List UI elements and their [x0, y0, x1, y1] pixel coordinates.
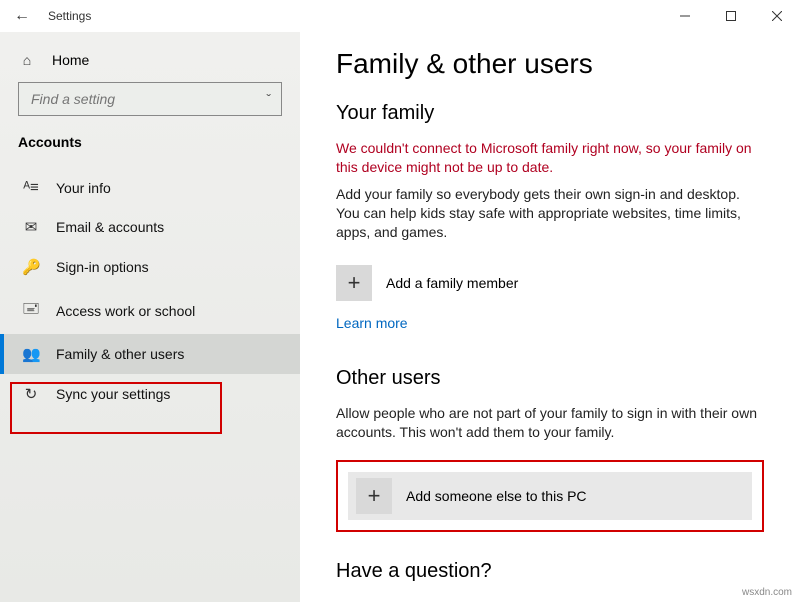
home-label: Home: [52, 52, 89, 68]
email-icon: ✉: [22, 218, 40, 236]
minimize-icon: [680, 11, 690, 21]
add-someone-button[interactable]: + Add someone else to this PC: [348, 472, 752, 520]
sidebar-item-sync-your-settings[interactable]: ↻ Sync your settings: [18, 374, 282, 414]
key-icon: 🔑: [22, 258, 40, 276]
close-icon: [772, 11, 782, 21]
other-users-body: Allow people who are not part of your fa…: [336, 404, 764, 442]
sidebar-item-family-other-users[interactable]: 👥 Family & other users: [0, 334, 300, 374]
titlebar: ← Settings: [0, 0, 800, 32]
sidebar-item-label: Your info: [56, 180, 111, 196]
add-family-member-button[interactable]: + Add a family member: [336, 259, 764, 307]
search-box[interactable]: ˇ: [18, 82, 282, 116]
plus-icon: +: [356, 478, 392, 514]
add-someone-label: Add someone else to this PC: [406, 488, 587, 504]
section-label: Accounts: [18, 134, 282, 150]
minimize-button[interactable]: [662, 0, 708, 32]
window-controls: [662, 0, 800, 32]
search-input[interactable]: [29, 90, 266, 108]
user-icon: ᴬ≡: [22, 179, 40, 196]
highlight-add-someone: + Add someone else to this PC: [336, 460, 764, 532]
close-button[interactable]: [754, 0, 800, 32]
watermark: wsxdn.com: [742, 587, 792, 598]
maximize-button[interactable]: [708, 0, 754, 32]
sidebar: ⌂ Home ˇ Accounts ᴬ≡ Your info ✉ Email & ac…: [0, 32, 300, 602]
page-title: Family & other users: [336, 48, 764, 80]
sidebar-item-label: Sync your settings: [56, 386, 170, 402]
home-nav[interactable]: ⌂ Home: [18, 42, 282, 82]
family-icon: 👥: [22, 345, 40, 363]
plus-icon: +: [336, 265, 372, 301]
add-family-label: Add a family member: [386, 275, 518, 291]
family-error-text: We couldn't connect to Microsoft family …: [336, 139, 764, 177]
sidebar-item-label: Email & accounts: [56, 219, 164, 235]
sync-icon: ↻: [22, 385, 40, 403]
sidebar-item-your-info[interactable]: ᴬ≡ Your info: [18, 168, 282, 207]
other-users-heading: Other users: [336, 367, 764, 390]
sidebar-item-label: Access work or school: [56, 303, 195, 319]
sidebar-item-sign-in-options[interactable]: 🔑 Sign-in options: [18, 247, 282, 287]
learn-more-link[interactable]: Learn more: [336, 315, 408, 331]
back-button[interactable]: ←: [0, 7, 44, 25]
your-family-heading: Your family: [336, 102, 764, 125]
sidebar-item-label: Sign-in options: [56, 259, 149, 275]
maximize-icon: [726, 11, 736, 21]
briefcase-icon: 🖃: [22, 298, 40, 323]
sidebar-item-email-accounts[interactable]: ✉ Email & accounts: [18, 207, 282, 247]
have-question-heading: Have a question?: [336, 560, 764, 583]
content-area: Family & other users Your family We coul…: [300, 32, 800, 602]
sidebar-item-label: Family & other users: [56, 346, 184, 362]
nav-list: ᴬ≡ Your info ✉ Email & accounts 🔑 Sign-in opt…: [18, 168, 282, 414]
family-body-text: Add your family so everybody gets their …: [336, 185, 764, 242]
search-icon: ˇ: [266, 91, 271, 107]
home-icon: ⌂: [18, 52, 36, 68]
sidebar-item-access-work-or-school[interactable]: 🖃 Access work or school: [18, 287, 282, 334]
window-title: Settings: [44, 9, 662, 23]
